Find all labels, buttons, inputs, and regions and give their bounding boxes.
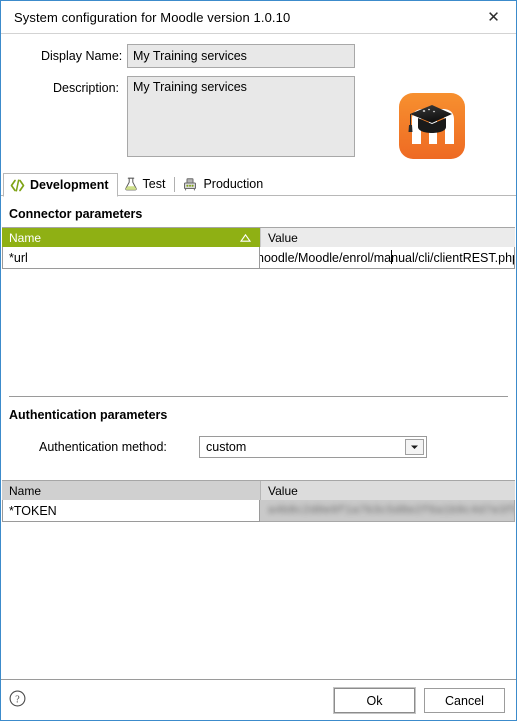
authentication-row-value[interactable]: a4b8c2d0e9f1a7b3c5d8e2f6a1b9c4d7e3f0a8b2 xyxy=(260,500,515,522)
help-icon[interactable]: ? xyxy=(9,690,26,710)
tab-production[interactable]: Production xyxy=(176,172,271,196)
authentication-section-title: Authentication parameters xyxy=(9,408,168,422)
svg-text:?: ? xyxy=(15,694,20,705)
authentication-method-select[interactable]: custom xyxy=(199,436,427,458)
cancel-button[interactable]: Cancel xyxy=(424,687,505,713)
description-label: Description: xyxy=(53,81,119,95)
dialog-content: Display Name: Description: xyxy=(1,34,516,679)
tab-development[interactable]: Development xyxy=(3,173,118,197)
connector-col-name-label: Name xyxy=(9,230,42,245)
table-row[interactable]: *url noodle/Moodle/enrol/manual/cli/clie… xyxy=(2,247,515,269)
authentication-col-name-label: Name xyxy=(9,483,42,498)
dialog-footer: ? Ok Cancel xyxy=(1,679,516,720)
general-settings-form: Display Name: Description: xyxy=(1,34,516,168)
display-name-row: Display Name: xyxy=(41,44,516,68)
code-icon xyxy=(10,178,25,192)
close-icon: ✕ xyxy=(487,7,500,26)
chevron-down-icon[interactable] xyxy=(405,439,424,455)
tab-test[interactable]: Test xyxy=(118,172,174,196)
connector-row-name[interactable]: *url xyxy=(2,247,260,269)
footer-buttons: Ok Cancel xyxy=(333,686,505,714)
authentication-col-name[interactable]: Name xyxy=(2,481,260,500)
ok-button[interactable]: Ok xyxy=(333,686,416,714)
tab-development-label: Development xyxy=(30,178,109,192)
authentication-col-value-label: Value xyxy=(268,483,298,498)
tab-separator xyxy=(174,177,176,192)
section-divider xyxy=(9,396,508,397)
sort-ascending-icon xyxy=(239,231,252,245)
authentication-method-value: custom xyxy=(206,440,247,454)
display-name-label: Display Name: xyxy=(41,49,123,63)
table-row[interactable]: *TOKEN a4b8c2d0e9f1a7b3c5d8e2f6a1b9c4d7e… xyxy=(2,500,515,522)
moodle-logo xyxy=(398,92,466,160)
title-bar: System configuration for Moodle version … xyxy=(1,1,516,34)
connector-table-header: Name Value xyxy=(2,228,515,247)
tab-test-label: Test xyxy=(142,177,166,191)
connector-value-suffix: nual/cli/clientREST.php xyxy=(391,251,515,265)
authentication-method-row: Authentication method: custom xyxy=(39,436,516,458)
connector-parameters-table: Name Value *url noodle/Moodle/enrol/manu… xyxy=(2,227,515,396)
authentication-method-label: Authentication method: xyxy=(39,440,167,454)
environment-tabs: Development Test Production xyxy=(1,170,516,197)
connector-value-prefix: noodle/Moodle/enrol/ma xyxy=(260,251,392,265)
connector-col-value-label: Value xyxy=(268,230,298,245)
description-input[interactable] xyxy=(127,76,355,157)
close-button[interactable]: ✕ xyxy=(471,1,516,33)
connector-table-empty-area xyxy=(2,269,515,395)
server-icon xyxy=(182,177,198,191)
display-name-input[interactable] xyxy=(127,44,355,68)
connector-col-value[interactable]: Value xyxy=(260,228,515,247)
flask-icon xyxy=(124,177,138,191)
connector-col-name[interactable]: Name xyxy=(2,228,260,247)
tab-production-label: Production xyxy=(203,177,264,191)
authentication-parameters-table: Name Value *TOKEN a4b8c2d0e9f1a7b3c5d8e2… xyxy=(2,480,515,523)
connector-row-value[interactable]: noodle/Moodle/enrol/manual/cli/clientRES… xyxy=(260,247,515,269)
authentication-row-name[interactable]: *TOKEN xyxy=(2,500,260,522)
dialog-window: System configuration for Moodle version … xyxy=(0,0,517,721)
authentication-col-value[interactable]: Value xyxy=(260,481,515,500)
window-title: System configuration for Moodle version … xyxy=(14,10,291,25)
authentication-table-header: Name Value xyxy=(2,481,515,500)
connector-section-title: Connector parameters xyxy=(9,207,143,221)
token-value-redacted: a4b8c2d0e9f1a7b3c5d8e2f6a1b9c4d7e3f0a8b2 xyxy=(268,504,514,517)
